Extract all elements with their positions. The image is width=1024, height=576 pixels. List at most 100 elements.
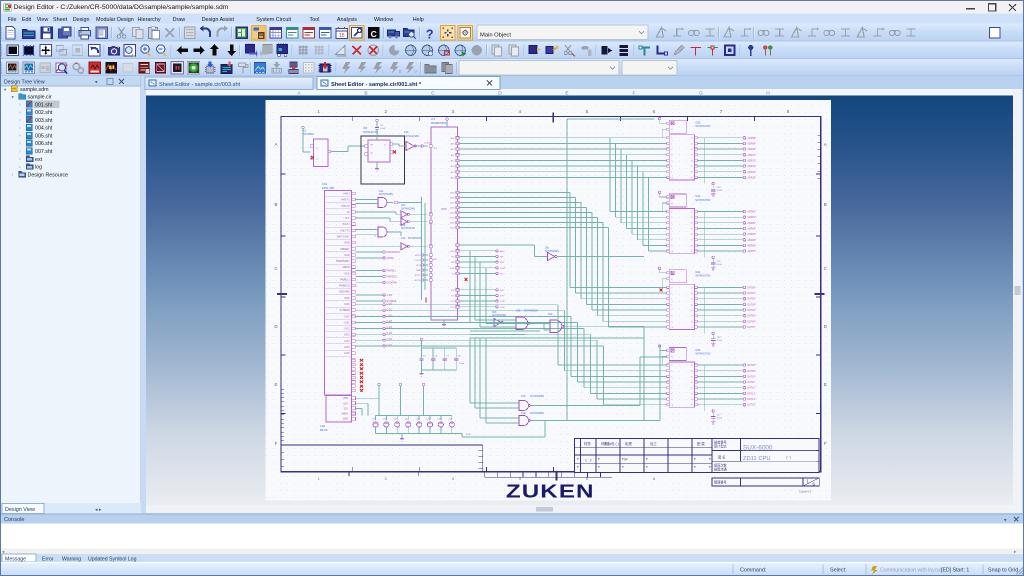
svg-text:ADR07*: ADR07* [747, 250, 756, 253]
svg-text:10A: 10A [404, 130, 409, 134]
svg-text:DAT09*: DAT09* [747, 370, 755, 373]
svg-text:006.sht: 006.sht [35, 141, 53, 147]
svg-text:C-D6: C-D6 [344, 353, 350, 355]
svg-text:E: E [565, 90, 568, 96]
svg-text:Main Object: Main Object [480, 33, 511, 39]
svg-text:B: B [274, 202, 277, 207]
svg-text:C-D5: C-D5 [344, 347, 350, 349]
svg-text:6: 6 [671, 155, 672, 157]
svg-text:STZ: STZ [450, 301, 455, 303]
svg-text:B: B [824, 202, 827, 207]
svg-text:C-D6: C-D6 [387, 339, 393, 341]
svg-text:DAT04*: DAT04* [747, 309, 755, 312]
svg-text:8: 8 [671, 393, 672, 395]
svg-text:F: F [275, 441, 278, 446]
svg-text:4: 4 [671, 217, 672, 219]
svg-text:C: C [371, 29, 377, 39]
svg-text:DAT10*: DAT10* [747, 375, 755, 378]
svg-text:SN74HC74N: SN74HC74N [363, 130, 378, 134]
svg-text:16: 16 [691, 388, 693, 390]
svg-text:3: 3 [671, 287, 672, 289]
svg-text:C-D0: C-D0 [344, 316, 350, 318]
svg-text:12: 12 [691, 211, 693, 213]
svg-text:5: 5 [671, 299, 672, 301]
svg-text:14: 14 [691, 299, 693, 301]
svg-text:7: 7 [671, 310, 672, 312]
svg-text:Design Editor - C:/Zuken/CR-50: Design Editor - C:/Zuken/CR-5000/data/DG… [14, 4, 229, 11]
svg-text:ADR04*: ADR04* [747, 233, 756, 236]
svg-text:E: E [824, 382, 827, 387]
svg-text:10: 10 [671, 405, 673, 407]
svg-text:7: 7 [671, 160, 672, 162]
svg-text:sample.sdm: sample.sdm [20, 87, 49, 93]
svg-text:BP-4S: BP-4S [320, 428, 328, 432]
svg-text:SN74HC08N: SN74HC08N [530, 395, 544, 398]
svg-text:C-D4: C-D4 [387, 327, 393, 329]
svg-text:ADR09*: ADR09* [747, 142, 756, 145]
svg-text:SN74HC373N: SN74HC373N [695, 199, 710, 202]
svg-text:STS: STS [450, 307, 455, 309]
svg-text:SYNMDB: SYNMDB [340, 310, 350, 312]
svg-text:19: 19 [691, 251, 693, 253]
svg-text:3: 3 [671, 211, 672, 213]
svg-text:ADR05*: ADR05* [747, 239, 756, 242]
svg-text:1C8: 1C8 [521, 395, 526, 398]
svg-text:B: B [399, 69, 402, 74]
svg-text:CLK: CLK [433, 148, 438, 150]
svg-text:15: 15 [691, 155, 693, 157]
svg-text:PWRDCD: PWRDCD [387, 277, 398, 279]
svg-text:002.sht: 002.sht [35, 110, 53, 116]
svg-text:+12V: +12V [343, 403, 349, 405]
svg-text:14: 14 [691, 223, 693, 225]
svg-text:GND: GND [344, 298, 349, 300]
svg-text:13: 13 [691, 293, 693, 295]
svg-text:ADR02*: ADR02* [747, 222, 756, 225]
svg-text:G: G [699, 90, 703, 96]
svg-text:CK: CK [370, 153, 374, 155]
svg-text:0.1uF: 0.1uF [717, 340, 723, 342]
svg-text:17: 17 [691, 240, 693, 242]
svg-text:PWRDCD: PWRDCD [339, 286, 350, 288]
svg-text:Communication with layout: Communication with layout [880, 568, 943, 574]
svg-text:PRESET: PRESET [340, 249, 350, 251]
svg-text:製図流通: 製図流通 [714, 467, 728, 472]
svg-text:GND: GND [344, 273, 349, 275]
svg-text:7: 7 [671, 234, 672, 236]
svg-text:Window: Window [374, 17, 393, 23]
svg-text:18: 18 [691, 321, 693, 323]
svg-text:DAT03*: DAT03* [747, 303, 755, 306]
svg-text:System Circuit: System Circuit [256, 17, 291, 23]
svg-text:7: 7 [720, 109, 723, 114]
svg-text:8085: 8085 [441, 208, 447, 211]
svg-text:図 名: 図 名 [718, 454, 725, 459]
svg-text:10: 10 [671, 177, 673, 179]
svg-text:IC7: IC7 [431, 117, 436, 121]
svg-text:17: 17 [691, 166, 693, 168]
svg-text:SN74HC04N: SN74HC04N [401, 207, 415, 210]
svg-text:10: 10 [671, 251, 673, 253]
svg-text:IC20: IC20 [695, 122, 701, 125]
svg-text:処理: 処理 [625, 441, 632, 446]
svg-text:19: 19 [691, 327, 693, 329]
svg-text:SN74HC373N: SN74HC373N [695, 352, 710, 355]
svg-text:C-D3: C-D3 [344, 335, 350, 337]
svg-text:SN74HC08N: SN74HC08N [530, 412, 544, 415]
svg-text:G: G [316, 159, 318, 161]
svg-text:18: 18 [691, 245, 693, 247]
svg-text:13: 13 [691, 371, 693, 373]
svg-text:ADR13*: ADR13* [747, 165, 756, 168]
svg-text:IC22: IC22 [695, 271, 701, 274]
svg-text:5: 5 [586, 109, 589, 114]
svg-text:X1: X1 [303, 129, 307, 133]
svg-text:ext: ext [35, 157, 43, 163]
svg-text:15: 15 [691, 382, 693, 384]
svg-text:IC21: IC21 [695, 195, 701, 198]
svg-text:SN74HC08N: SN74HC08N [379, 193, 393, 196]
svg-text:C-D4: C-D4 [344, 341, 350, 343]
svg-text:ADR01*: ADR01* [747, 216, 756, 219]
svg-text:13: 13 [691, 217, 693, 219]
svg-text:1C8: 1C8 [521, 412, 526, 415]
svg-text:Analysis: Analysis [337, 17, 357, 23]
svg-text:9: 9 [671, 245, 672, 247]
svg-text:15: 15 [691, 228, 693, 230]
